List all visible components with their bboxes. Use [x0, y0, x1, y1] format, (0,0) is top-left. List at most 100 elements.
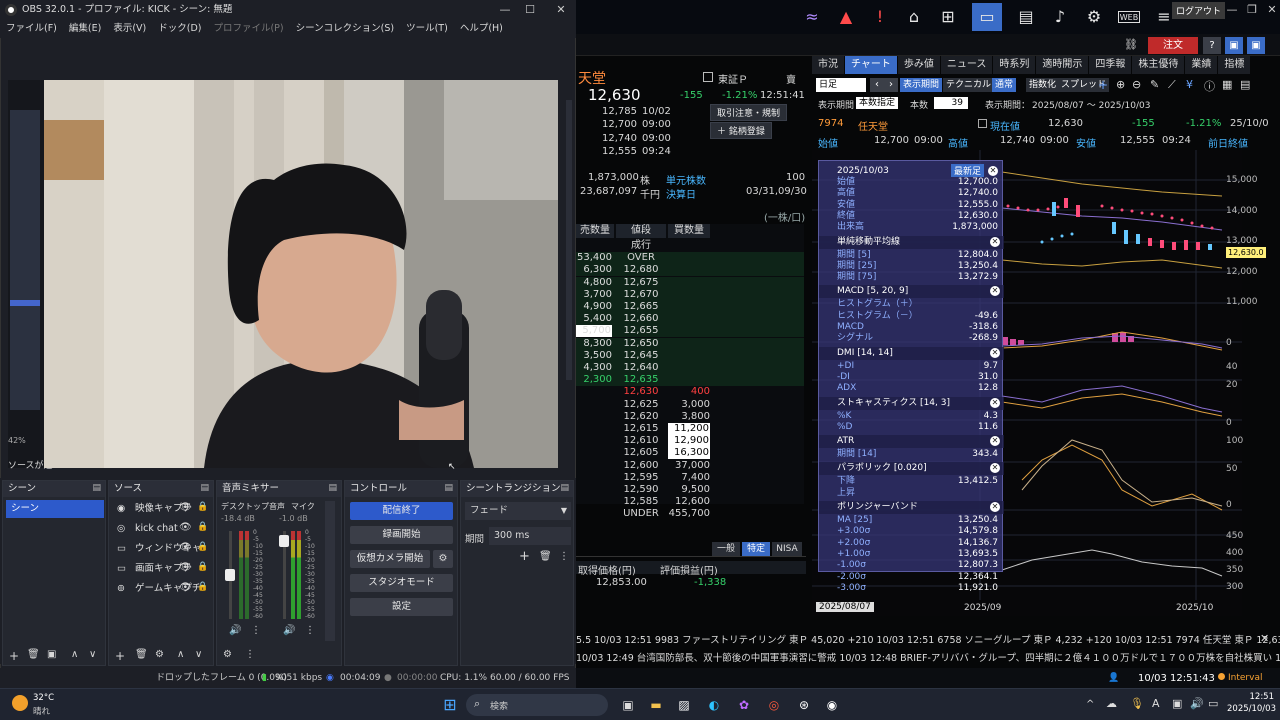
display-period-button[interactable]: 表示期間 — [900, 78, 943, 92]
virtual-camera-settings-icon[interactable]: ⚙ — [433, 550, 453, 568]
order-button[interactable]: 注文 — [1148, 37, 1198, 54]
tray-date[interactable]: 2025/10/03 — [1226, 704, 1276, 714]
preview-scrollbar[interactable] — [566, 100, 572, 380]
battery-icon[interactable]: ▭ — [1208, 697, 1218, 710]
lock-icon[interactable]: 🔒 — [197, 582, 208, 592]
desktop-volume-handle[interactable] — [225, 569, 235, 581]
start-recording-button[interactable]: 録画開始 — [350, 526, 453, 544]
dock-menu-icon[interactable]: ▤ — [444, 483, 453, 493]
board-row[interactable]: 12,615 11,200 — [576, 423, 804, 435]
dock-menu-icon[interactable]: ▤ — [200, 483, 209, 493]
add-scene-icon[interactable]: + — [9, 649, 19, 663]
windows-start-icon[interactable]: ⊞ — [440, 695, 460, 715]
minimize-icon[interactable]: — — [493, 3, 517, 16]
web-icon[interactable]: WEB — [1118, 11, 1140, 23]
lock-icon[interactable]: 🔒 — [197, 562, 208, 572]
board-row[interactable]: 5,400 12,660 — [576, 313, 804, 326]
menu-scene-collection[interactable]: シーンコレクション(S) — [296, 20, 394, 38]
bell-icon[interactable]: ♪ — [1050, 7, 1070, 27]
mixer-options-icon[interactable]: ⋮ — [245, 649, 255, 660]
move-up-icon[interactable]: ∧ — [177, 649, 184, 660]
board-row[interactable]: 8,300 12,650 — [576, 337, 804, 350]
stop-streaming-button[interactable]: 配信終了 — [350, 502, 453, 520]
move-up-icon[interactable]: ∧ — [71, 649, 78, 660]
close-icon[interactable]: ✕ — [990, 286, 1000, 297]
close-icon[interactable]: ✕ — [990, 236, 1000, 247]
eye-icon[interactable]: 👁 — [179, 562, 192, 573]
tab-general[interactable]: 一般 — [712, 542, 740, 556]
tray-time[interactable]: 12:51 — [1230, 692, 1275, 702]
transition-select[interactable]: フェード ▼ — [465, 502, 571, 520]
copilot-icon[interactable]: ✿ — [734, 695, 754, 715]
zoom-in-icon[interactable]: ⊕ — [1116, 78, 1125, 91]
more-icon[interactable]: ▤ — [1240, 78, 1250, 91]
add-source-icon[interactable]: + — [115, 649, 125, 663]
candle-icon[interactable]: ¥ — [1186, 78, 1193, 91]
menu-tools[interactable]: ツール(T) — [406, 20, 448, 38]
weather-icon[interactable] — [12, 695, 28, 711]
mic-volume-handle[interactable] — [279, 535, 289, 547]
eye-icon[interactable]: 👁 — [179, 582, 192, 593]
board-row[interactable]: 12,620 3,800 — [576, 411, 804, 423]
tab-chart[interactable]: チャート — [845, 56, 897, 74]
link-icon[interactable]: ⛓ — [1124, 38, 1138, 51]
dock-menu-icon[interactable]: ▤ — [328, 483, 337, 493]
board-row[interactable]: UNDER 455,700 — [576, 508, 804, 520]
menu-help[interactable]: ヘルプ(H) — [460, 20, 503, 38]
transition-menu-icon[interactable]: ⋮ — [559, 551, 569, 562]
board-row[interactable]: 4,800 12,675 — [576, 276, 804, 289]
menu-edit[interactable]: 編集(E) — [69, 20, 101, 38]
tab-indicators[interactable]: 指標 — [1218, 56, 1251, 74]
menu-file[interactable]: ファイル(F) — [6, 20, 57, 38]
window-icon[interactable]: ▣ — [1225, 37, 1243, 54]
info-icon[interactable]: ⓘ — [1204, 78, 1215, 94]
eye-icon[interactable]: 👁 — [179, 502, 192, 513]
tab-quarterly[interactable]: 四季報 — [1089, 56, 1132, 74]
dock-menu-icon[interactable]: ▤ — [560, 483, 569, 493]
board-row[interactable]: 53,400 OVER — [576, 252, 804, 265]
obs-icon[interactable]: ◉ — [822, 695, 842, 715]
pencil-icon[interactable]: ✎ — [1150, 78, 1159, 91]
tab-news[interactable]: ニュース — [940, 56, 993, 74]
speaker-icon[interactable]: 🔊 — [229, 625, 241, 636]
eye-icon[interactable]: 👁 — [179, 522, 192, 533]
close-icon[interactable]: ✕ — [988, 166, 998, 176]
move-down-icon[interactable]: ∨ — [195, 649, 202, 660]
tab-timeseries[interactable]: 時系列 — [993, 56, 1036, 74]
board-row[interactable]: 12,585 12,600 — [576, 496, 804, 508]
technical-button[interactable]: テクニカル — [943, 78, 995, 92]
tab-disclosure[interactable]: 適時開示 — [1036, 56, 1089, 74]
dock-menu-icon[interactable]: ▤ — [92, 483, 101, 493]
board-row[interactable]: 4,300 12,640 — [576, 362, 804, 374]
tab-specific[interactable]: 特定 — [742, 542, 770, 556]
lock-icon[interactable]: 🔒 — [197, 522, 208, 532]
close-icon[interactable]: ✕ — [990, 436, 1000, 447]
eye-icon[interactable]: 👁 — [179, 542, 192, 553]
mixer-menu-icon[interactable]: ⋮ — [251, 625, 261, 636]
ticket-icon[interactable]: ▭ — [972, 3, 1002, 31]
edge-icon[interactable]: ◐ — [704, 695, 724, 715]
volume-icon[interactable]: 🔊 — [1190, 697, 1204, 710]
board-row[interactable]: 12,610 12,900 — [576, 435, 804, 448]
help-icon[interactable]: ? — [1203, 37, 1221, 54]
menu-icon[interactable]: ≡ — [1154, 7, 1174, 27]
board-row[interactable]: 12,605 16,300 — [576, 447, 804, 460]
add-transition-icon[interactable]: + — [519, 549, 530, 564]
maximize-icon[interactable]: ☐ — [518, 3, 542, 16]
close-icon[interactable]: ✕ — [990, 463, 1000, 474]
board-row[interactable]: 3,700 12,670 — [576, 288, 804, 301]
close-icon[interactable]: ✕ — [1260, 632, 1269, 645]
lock-icon[interactable]: 🔒 — [197, 542, 208, 552]
chart-wave-icon[interactable]: ≈ — [802, 7, 822, 27]
board-row[interactable]: 12,625 3,000 — [576, 399, 804, 411]
tab-ticks[interactable]: 歩み値 — [897, 56, 940, 74]
chart-app-icon[interactable]: ⊛ — [794, 695, 814, 715]
board-row[interactable]: 2,300 12,635 — [576, 374, 804, 387]
mixer-link-icon[interactable]: ⚙ — [223, 649, 232, 660]
studio-mode-button[interactable]: スタジオモード — [350, 574, 453, 592]
next-icon[interactable]: › — [884, 78, 898, 92]
range-mode-select[interactable]: 本数指定 — [856, 97, 899, 109]
move-down-icon[interactable]: ∨ — [89, 649, 96, 660]
board-row[interactable]: 成行 — [576, 240, 804, 252]
tab-performance[interactable]: 業績 — [1185, 56, 1218, 74]
